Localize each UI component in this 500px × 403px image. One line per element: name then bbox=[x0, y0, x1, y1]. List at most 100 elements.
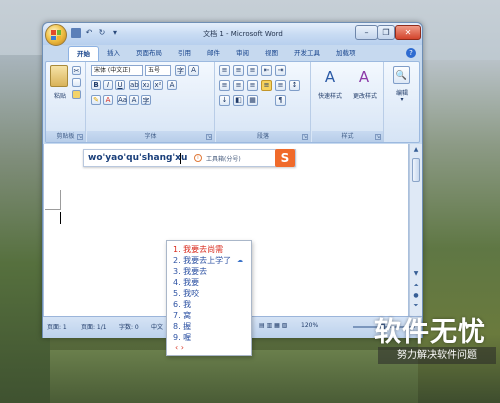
multilevel-list-icon[interactable]: ≡ bbox=[247, 65, 258, 76]
cut-icon[interactable]: ✂ bbox=[72, 66, 81, 75]
browse-object-icon[interactable]: ● bbox=[412, 292, 420, 300]
office-button[interactable] bbox=[45, 24, 67, 46]
ribbon: 粘贴 ✂ 剪贴板 ↘ 宋体 (中文正) 五号 字 A B I U ab x₂ x… bbox=[45, 61, 420, 143]
underline-icon[interactable]: U bbox=[115, 80, 125, 90]
window-controls-3: ✕ bbox=[395, 25, 421, 40]
redo-icon[interactable]: ↻ bbox=[97, 28, 107, 38]
previous-page-icon[interactable]: ⏶ bbox=[412, 282, 420, 290]
char-shading-icon[interactable]: A bbox=[129, 95, 139, 105]
format-painter-icon[interactable] bbox=[72, 90, 81, 99]
change-styles-label[interactable]: 更改样式 bbox=[346, 91, 384, 100]
justify-icon[interactable]: ≡ bbox=[261, 80, 272, 91]
scroll-down-icon[interactable]: ▼ bbox=[412, 270, 420, 278]
decrease-indent-icon[interactable]: ⇤ bbox=[261, 65, 272, 76]
styles-group-label: 样式 bbox=[312, 131, 383, 142]
clipboard-launcher-icon[interactable]: ↘ bbox=[77, 134, 83, 140]
align-right-icon[interactable]: ≡ bbox=[247, 80, 258, 91]
align-center-icon[interactable]: ≡ bbox=[233, 80, 244, 91]
ime-candidate[interactable]: 8. 握 bbox=[173, 321, 191, 332]
scroll-up-icon[interactable]: ▲ bbox=[412, 146, 420, 154]
copy-icon[interactable] bbox=[72, 78, 81, 87]
paragraph-group: ≡ ≡ ≡ ⇤ ⇥ ≡ ≡ ≡ ≡ ≡ ↕ ↓ ◧ ▦ ¶ 段落 ↘ bbox=[216, 62, 311, 142]
find-icon[interactable]: 🔍 bbox=[393, 66, 410, 84]
borders-icon[interactable]: ▦ bbox=[247, 95, 258, 106]
undo-icon[interactable]: ↶ bbox=[84, 28, 94, 38]
ime-candidate[interactable]: 9. 喔 bbox=[173, 332, 191, 343]
font-launcher-icon[interactable]: ↘ bbox=[206, 134, 212, 140]
editing-dropdown-icon[interactable]: ▾ bbox=[385, 96, 419, 103]
status-zoom[interactable]: 120% bbox=[301, 322, 318, 329]
vertical-scrollbar[interactable]: ▲ ▼ ⏶ ● ⏷ bbox=[409, 144, 422, 316]
quick-styles-label[interactable]: 快速样式 bbox=[312, 91, 348, 100]
line-spacing-icon[interactable]: ↕ bbox=[289, 80, 300, 91]
sort-icon[interactable]: ↓ bbox=[219, 95, 230, 106]
sogou-logo-icon: S bbox=[275, 149, 295, 167]
increase-indent-icon[interactable]: ⇥ bbox=[275, 65, 286, 76]
numbering-icon[interactable]: ≡ bbox=[233, 65, 244, 76]
watermark-title: 软件无忧 bbox=[374, 317, 486, 348]
align-left-icon[interactable]: ≡ bbox=[219, 80, 230, 91]
font-color-icon[interactable]: A bbox=[103, 95, 113, 105]
subscript-icon[interactable]: x₂ bbox=[141, 80, 151, 90]
font-size-select[interactable]: 五号 bbox=[145, 65, 171, 76]
font-name-select[interactable]: 宋体 (中文正) bbox=[91, 65, 143, 76]
shading-icon[interactable]: ◧ bbox=[233, 95, 244, 106]
help-icon[interactable]: ? bbox=[406, 48, 416, 58]
status-language[interactable]: 中文 bbox=[151, 322, 163, 331]
tab-review[interactable]: 审阅 bbox=[228, 46, 257, 61]
ime-page-arrows[interactable]: ‹ › bbox=[175, 343, 184, 352]
bullets-icon[interactable]: ≡ bbox=[219, 65, 230, 76]
tab-insert[interactable]: 插入 bbox=[99, 46, 128, 61]
tab-references[interactable]: 引用 bbox=[170, 46, 199, 61]
status-pages[interactable]: 页面: 1/1 bbox=[81, 322, 107, 331]
ime-candidate[interactable]: 3. 我要去 bbox=[173, 266, 207, 277]
next-page-icon[interactable]: ⏷ bbox=[412, 302, 420, 310]
change-styles-icon[interactable]: A bbox=[354, 66, 374, 88]
change-case-icon[interactable]: Aa bbox=[117, 95, 127, 105]
phonetic-guide-icon[interactable]: 字 bbox=[175, 65, 186, 76]
strikethrough-icon[interactable]: ab bbox=[129, 80, 139, 90]
margin-mark bbox=[45, 209, 60, 210]
status-page[interactable]: 页面: 1 bbox=[47, 322, 67, 331]
italic-icon[interactable]: I bbox=[103, 80, 113, 90]
close-button[interactable]: ✕ bbox=[395, 25, 421, 40]
tab-home[interactable]: 开始 bbox=[68, 46, 99, 61]
quick-access-toolbar: ↶ ↻ ▾ bbox=[71, 28, 120, 38]
clear-format-icon[interactable]: A bbox=[167, 80, 177, 90]
ime-candidate[interactable]: 6. 我 bbox=[173, 299, 191, 310]
ribbon-tabs: 开始 插入 页面布局 引用 邮件 审阅 视图 开发工具 加载项 bbox=[68, 46, 364, 61]
ime-hint[interactable]: 工具箱(分号) bbox=[206, 154, 241, 163]
ime-candidate[interactable]: 4. 我要 bbox=[173, 277, 199, 288]
tab-developer[interactable]: 开发工具 bbox=[286, 46, 328, 61]
scroll-thumb[interactable] bbox=[412, 158, 420, 182]
paragraph-launcher-icon[interactable]: ↘ bbox=[302, 134, 308, 140]
enclose-char-icon[interactable]: 字 bbox=[141, 95, 151, 105]
customize-qat-icon[interactable]: ▾ bbox=[110, 28, 120, 38]
ime-toolbox-icon[interactable]: i bbox=[194, 154, 202, 162]
ime-candidate-list: 1. 我要去尚需 2. 我要去上学了 ☁ 3. 我要去 4. 我要 5. 我咬 … bbox=[166, 240, 252, 356]
tab-mailings[interactable]: 邮件 bbox=[199, 46, 228, 61]
bold-icon[interactable]: B bbox=[91, 80, 101, 90]
ime-candidate[interactable]: 2. 我要去上学了 bbox=[173, 255, 231, 266]
styles-launcher-icon[interactable]: ↘ bbox=[375, 134, 381, 140]
view-buttons-icon[interactable]: ▤ ▥ ▦ ▧ bbox=[259, 322, 287, 329]
tab-add-ins[interactable]: 加载项 bbox=[328, 46, 364, 61]
ime-candidate[interactable]: 1. 我要去尚需 bbox=[173, 244, 223, 255]
character-border-icon[interactable]: A bbox=[188, 65, 199, 76]
tab-page-layout[interactable]: 页面布局 bbox=[128, 46, 170, 61]
ime-candidate[interactable]: 7. 窝 bbox=[173, 310, 191, 321]
highlight-icon[interactable]: ✎ bbox=[91, 95, 101, 105]
superscript-icon[interactable]: x² bbox=[153, 80, 163, 90]
ime-composition-window: wo'yao'qu'shang'xu i 工具箱(分号) bbox=[83, 149, 296, 167]
status-words[interactable]: 字数: 0 bbox=[119, 322, 139, 331]
show-marks-icon[interactable]: ¶ bbox=[275, 95, 286, 106]
ime-candidate[interactable]: 5. 我咬 bbox=[173, 288, 199, 299]
paste-icon[interactable] bbox=[50, 65, 68, 87]
minimize-button[interactable]: – bbox=[355, 25, 378, 40]
distributed-icon[interactable]: ≡ bbox=[275, 80, 286, 91]
tab-view[interactable]: 视图 bbox=[257, 46, 286, 61]
save-icon[interactable] bbox=[71, 28, 81, 38]
quick-styles-icon[interactable]: A bbox=[320, 66, 340, 88]
text-caret bbox=[60, 212, 61, 224]
restore-button[interactable]: ❐ bbox=[377, 25, 395, 40]
